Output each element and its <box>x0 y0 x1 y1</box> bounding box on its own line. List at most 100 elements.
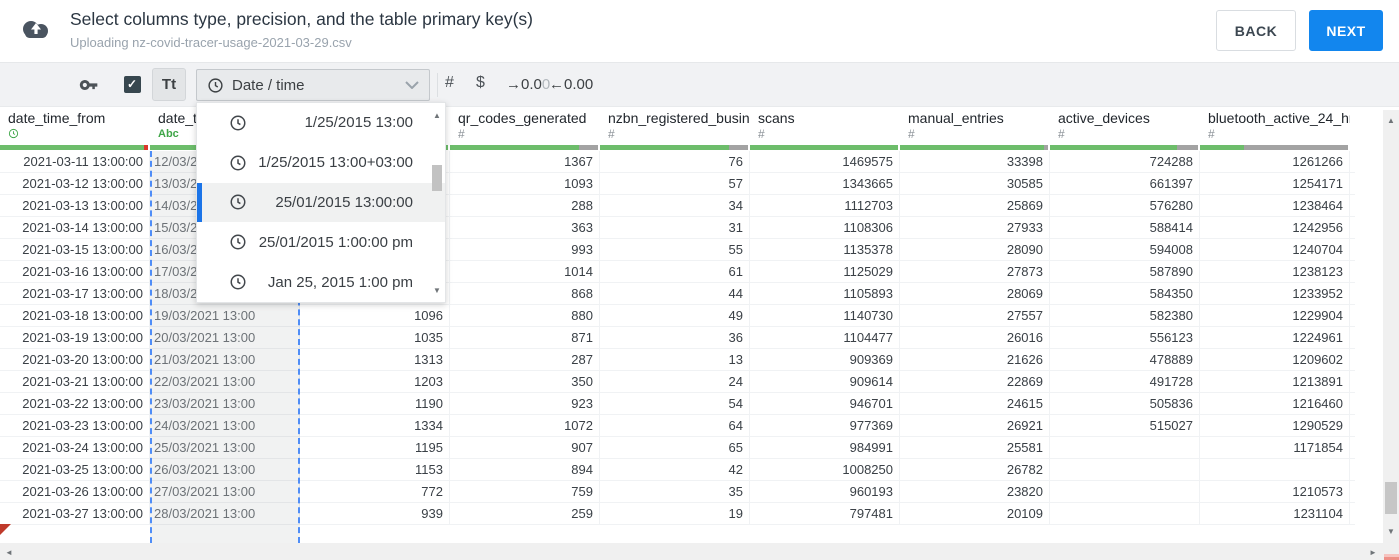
column-header-manual_entries[interactable]: manual_entries # <box>900 106 1050 145</box>
datetime-type-value: Date / time <box>232 76 305 94</box>
scroll-up-arrow[interactable]: ▲ <box>1383 116 1399 126</box>
dropdown-scroll-up-arrow[interactable]: ▲ <box>429 111 445 121</box>
vertical-scrollbar[interactable]: ▲ ▼ <box>1383 110 1399 543</box>
table-cell: 1190 <box>300 393 450 414</box>
increase-decimal-button[interactable]: ←0.00 <box>549 76 593 93</box>
boolean-type-checkbox[interactable] <box>124 76 141 93</box>
table-cell: 2021-03-19 13:00:00 <box>0 327 150 348</box>
table-cell: 1008250 <box>750 459 900 480</box>
datetime-type-select[interactable]: Date / time <box>196 69 430 101</box>
table-cell: 19 <box>600 503 750 524</box>
format-option[interactable]: 25/01/2015 13:00:00 <box>197 182 445 223</box>
table-cell: 1072 <box>450 415 600 436</box>
table-cell: 28069 <box>900 283 1050 304</box>
scroll-right-arrow[interactable]: ► <box>1366 548 1380 558</box>
table-cell: 44 <box>600 283 750 304</box>
table-cell: 724288 <box>1050 151 1200 172</box>
table-cell: 76 <box>600 151 750 172</box>
format-option[interactable]: 1/25/2015 13:00+03:00 <box>197 143 445 183</box>
table-cell: 491728 <box>1050 371 1200 392</box>
column-name: bluetooth_active_24_hr_ <box>1208 110 1350 126</box>
table-cell: 54 <box>600 393 750 414</box>
table-cell: 977369 <box>750 415 900 436</box>
format-option[interactable]: 1/25/2015 13:00 <box>197 103 445 143</box>
chevron-down-icon <box>405 81 419 89</box>
table-cell: 61 <box>600 261 750 282</box>
table-cell: 1104477 <box>750 327 900 348</box>
table-cell: 24615 <box>900 393 1050 414</box>
table-cell: 1093 <box>450 173 600 194</box>
table-cell: 1261266 <box>1200 151 1350 172</box>
table-cell: 57 <box>600 173 750 194</box>
table-cell: 2021-03-26 13:00:00 <box>0 481 150 502</box>
table-cell: 1171854 <box>1200 437 1350 458</box>
table-row: 2021-03-25 13:00:00 26/03/2021 13:00 1153 8… <box>0 459 1355 481</box>
table-cell: 1233952 <box>1200 283 1350 304</box>
table-cell: 772 <box>300 481 450 502</box>
clock-icon <box>207 77 224 94</box>
table-row: 2021-03-18 13:00:00 19/03/2021 13:00 1096 8… <box>0 305 1355 327</box>
currency-type-button[interactable]: $ <box>476 74 485 92</box>
column-header-nzbn_registered_busine[interactable]: nzbn_registered_busine # <box>600 106 750 145</box>
table-cell: 20/03/2021 13:00 <box>150 327 300 348</box>
table-cell: 363 <box>450 217 600 238</box>
scroll-down-arrow[interactable]: ▼ <box>1383 527 1399 537</box>
table-cell: 27557 <box>900 305 1050 326</box>
table-cell: 2021-03-14 13:00:00 <box>0 217 150 238</box>
right-arrow-icon: → <box>506 76 521 93</box>
table-cell: 587890 <box>1050 261 1200 282</box>
dropdown-scroll-down-arrow[interactable]: ▼ <box>429 286 445 296</box>
column-header-qr_codes_generated[interactable]: qr_codes_generated # <box>450 106 600 145</box>
table-row: 2021-03-19 13:00:00 20/03/2021 13:00 1035 8… <box>0 327 1355 349</box>
back-button[interactable]: BACK <box>1216 10 1296 51</box>
table-cell: 1135378 <box>750 239 900 260</box>
table-cell: 27933 <box>900 217 1050 238</box>
table-cell: 1035 <box>300 327 450 348</box>
table-cell: 2021-03-27 13:00:00 <box>0 503 150 524</box>
format-option[interactable]: Jan 25, 2015 1:00 pm <box>197 262 445 302</box>
clock-icon <box>229 233 247 251</box>
table-cell: 759 <box>450 481 600 502</box>
number-type-icon: # <box>908 127 915 141</box>
next-button[interactable]: NEXT <box>1309 10 1383 51</box>
vertical-scroll-thumb[interactable] <box>1385 482 1397 514</box>
number-type-icon: # <box>458 127 465 141</box>
table-cell: 946701 <box>750 393 900 414</box>
table-cell: 1014 <box>450 261 600 282</box>
table-cell: 1105893 <box>750 283 900 304</box>
table-cell: 584350 <box>1050 283 1200 304</box>
scroll-left-arrow[interactable]: ◄ <box>2 548 16 558</box>
table-cell: 21/03/2021 13:00 <box>150 349 300 370</box>
text-type-button[interactable]: Tt <box>152 68 186 101</box>
horizontal-scrollbar[interactable]: ◄ ► <box>0 543 1383 560</box>
upload-wizard: Select columns type, precision, and the … <box>0 0 1399 560</box>
column-header-date_time_from[interactable]: date_time_from <box>0 106 150 145</box>
column-header-bluetooth_active_24_hr_[interactable]: bluetooth_active_24_hr_ # <box>1200 106 1350 145</box>
integer-type-button[interactable]: # <box>445 74 454 92</box>
table-cell: 556123 <box>1050 327 1200 348</box>
table-cell: 1254171 <box>1200 173 1350 194</box>
overflow-corner-marker <box>0 524 11 535</box>
primary-key-icon[interactable] <box>78 75 100 100</box>
table-cell: 22/03/2021 13:00 <box>150 371 300 392</box>
dropdown-scroll-thumb[interactable] <box>432 165 442 191</box>
clock-type-icon <box>8 128 150 141</box>
app-header: Select columns type, precision, and the … <box>0 0 1399 63</box>
column-header-active_devices[interactable]: active_devices # <box>1050 106 1200 145</box>
format-option[interactable]: 25/01/2015 1:00:00 pm <box>197 222 445 262</box>
table-cell: 1469575 <box>750 151 900 172</box>
table-row: 2021-03-24 13:00:00 25/03/2021 13:00 1195 9… <box>0 437 1355 459</box>
dropdown-scrollbar[interactable]: ▲ ▼ <box>429 103 445 302</box>
clock-icon <box>229 154 247 172</box>
table-row: 2021-03-22 13:00:00 23/03/2021 13:00 1190 9… <box>0 393 1355 415</box>
table-cell: 35 <box>600 481 750 502</box>
column-name: active_devices <box>1058 110 1150 126</box>
table-cell: 1210573 <box>1200 481 1350 502</box>
table-cell: 1209602 <box>1200 349 1350 370</box>
column-name: qr_codes_generated <box>458 110 587 126</box>
table-cell: 22869 <box>900 371 1050 392</box>
table-cell: 25869 <box>900 195 1050 216</box>
table-cell: 2021-03-17 13:00:00 <box>0 283 150 304</box>
decrease-decimal-button[interactable]: →0.00 <box>506 76 550 93</box>
column-header-scans[interactable]: scans # <box>750 106 900 145</box>
